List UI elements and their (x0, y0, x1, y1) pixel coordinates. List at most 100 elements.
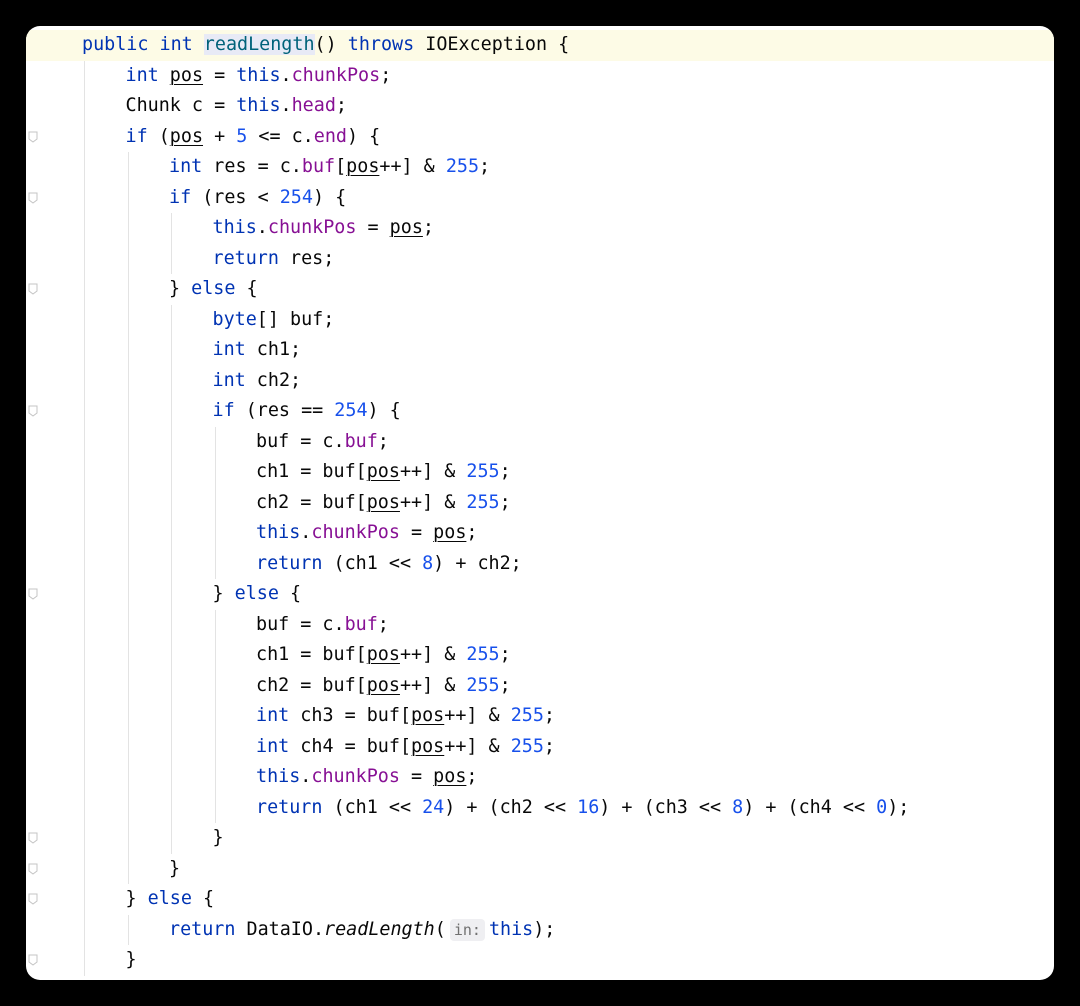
code-token: } (125, 888, 148, 909)
code-token: buf (344, 430, 378, 452)
code-token: } (212, 583, 235, 604)
code-line[interactable]: int pos = this.chunkPos; (26, 61, 1054, 92)
code-line[interactable]: this.chunkPos = pos; (26, 762, 1054, 793)
code-token: buf = c. (256, 430, 345, 452)
code-token: ) { (312, 186, 347, 208)
code-token: buf (344, 613, 378, 635)
code-token: int (212, 339, 257, 360)
code-token: ch1; (256, 339, 302, 360)
code-token: { (290, 583, 302, 604)
code-token: ch1 = buf[ (256, 644, 367, 665)
code-token: ++] & (444, 735, 511, 757)
code-line[interactable]: return res; (26, 244, 1054, 275)
code-token: [ (335, 156, 347, 177)
code-line[interactable]: buf = c.buf; (26, 427, 1054, 458)
code-token: } (125, 949, 137, 970)
code-token: ; (543, 735, 555, 757)
code-line[interactable]: } else { (26, 579, 1054, 610)
code-token: int (169, 156, 214, 177)
code-token: { (203, 888, 215, 909)
code-token: byte (212, 308, 257, 330)
code-line[interactable]: int ch1; (26, 335, 1054, 366)
code-token: ch2 = buf[ (256, 674, 367, 696)
code-token: pos (346, 156, 380, 177)
code-token: ++] & (399, 674, 467, 696)
code-token: ; (466, 766, 478, 787)
code-token: = (399, 522, 434, 543)
code-line[interactable]: int ch4 = buf[pos++] & 255; (26, 732, 1054, 763)
code-token: chunkPos (311, 522, 400, 543)
code-token: pos (433, 766, 467, 787)
code-line[interactable]: if (pos + 5 <= c.end) { (26, 122, 1054, 153)
code-token: 5 (236, 125, 248, 147)
code-line[interactable]: if (res == 254) { (26, 396, 1054, 427)
code-token: return (256, 796, 334, 818)
code-line[interactable]: ch1 = buf[pos++] & 255; (26, 640, 1054, 671)
code-token: (ch1 << (333, 796, 423, 818)
code-token: 255 (510, 705, 544, 726)
code-line[interactable]: ch2 = buf[pos++] & 255; (26, 671, 1054, 702)
code-token: { (246, 278, 258, 299)
code-line[interactable]: } else { (26, 884, 1054, 915)
code-token: 24 (422, 796, 445, 818)
code-token: . (300, 522, 312, 543)
code-token: pos (366, 674, 400, 696)
code-token: ++] & (399, 491, 467, 513)
code-line[interactable]: return (ch1 << 8) + ch2; (26, 549, 1054, 580)
code-token: 254 (279, 186, 313, 208)
code-token: ) { (346, 125, 381, 147)
code-token: this (256, 766, 301, 787)
code-line[interactable]: public int readLength() throws IOExcepti… (26, 30, 1054, 61)
code-line[interactable]: } else { (26, 274, 1054, 305)
parameter-hint: in: (449, 918, 485, 941)
code-editor[interactable]: public int readLength() throws IOExcepti… (26, 26, 1054, 980)
code-line[interactable]: this.chunkPos = pos; (26, 213, 1054, 244)
code-line[interactable]: ch1 = buf[pos++] & 255; (26, 457, 1054, 488)
code-token: chunkPos (267, 217, 357, 238)
code-token: [] buf; (256, 308, 335, 330)
code-token: this (236, 64, 281, 86)
code-line[interactable]: int res = c.buf[pos++] & 255; (26, 152, 1054, 183)
code-token: 255 (510, 735, 544, 757)
code-line[interactable]: return (ch1 << 24) + (ch2 << 16) + (ch3 … (26, 793, 1054, 824)
code-line[interactable]: } (26, 945, 1054, 976)
code-token: 0 (876, 796, 888, 818)
code-token: else (147, 888, 204, 909)
code-line[interactable]: this.chunkPos = pos; (26, 518, 1054, 549)
code-token: ( (158, 125, 170, 147)
code-token: 255 (466, 491, 500, 513)
code-token: ) + (ch4 << (743, 796, 877, 818)
code-token: return (169, 918, 247, 940)
code-line[interactable]: buf = c.buf; (26, 610, 1054, 641)
code-line[interactable]: } (26, 823, 1054, 854)
code-line[interactable]: if (res < 254) { (26, 183, 1054, 214)
code-line[interactable]: byte[] buf; (26, 305, 1054, 336)
code-token: ); (887, 796, 910, 818)
code-token: pos (366, 461, 400, 482)
code-token: int (212, 369, 257, 391)
code-line[interactable]: Chunk c = this.head; (26, 91, 1054, 122)
code-area[interactable]: public int readLength() throws IOExcepti… (26, 26, 1054, 980)
code-line[interactable]: int ch3 = buf[pos++] & 255; (26, 701, 1054, 732)
code-token: else (191, 278, 247, 299)
code-token: this (236, 95, 281, 116)
code-line[interactable]: return DataIO.readLength(in: this); (26, 915, 1054, 946)
code-token: pos (389, 217, 423, 238)
code-line[interactable]: } (26, 854, 1054, 885)
code-token: 255 (466, 644, 500, 665)
code-line[interactable]: int ch2; (26, 366, 1054, 397)
code-line[interactable]: ch2 = buf[pos++] & 255; (26, 488, 1054, 519)
code-token: 255 (445, 156, 480, 177)
code-token: int (256, 705, 301, 726)
code-token: if (125, 125, 159, 147)
code-token: (res < (202, 186, 280, 208)
code-token: ; (377, 613, 389, 635)
code-token: = (203, 64, 237, 86)
code-token: ch2; (256, 369, 302, 391)
code-token: } (169, 278, 192, 299)
code-token: ; (499, 674, 511, 696)
code-token: 254 (334, 400, 368, 421)
code-token: . (300, 766, 312, 787)
code-token: pos (366, 644, 400, 665)
code-token: } (169, 857, 181, 879)
